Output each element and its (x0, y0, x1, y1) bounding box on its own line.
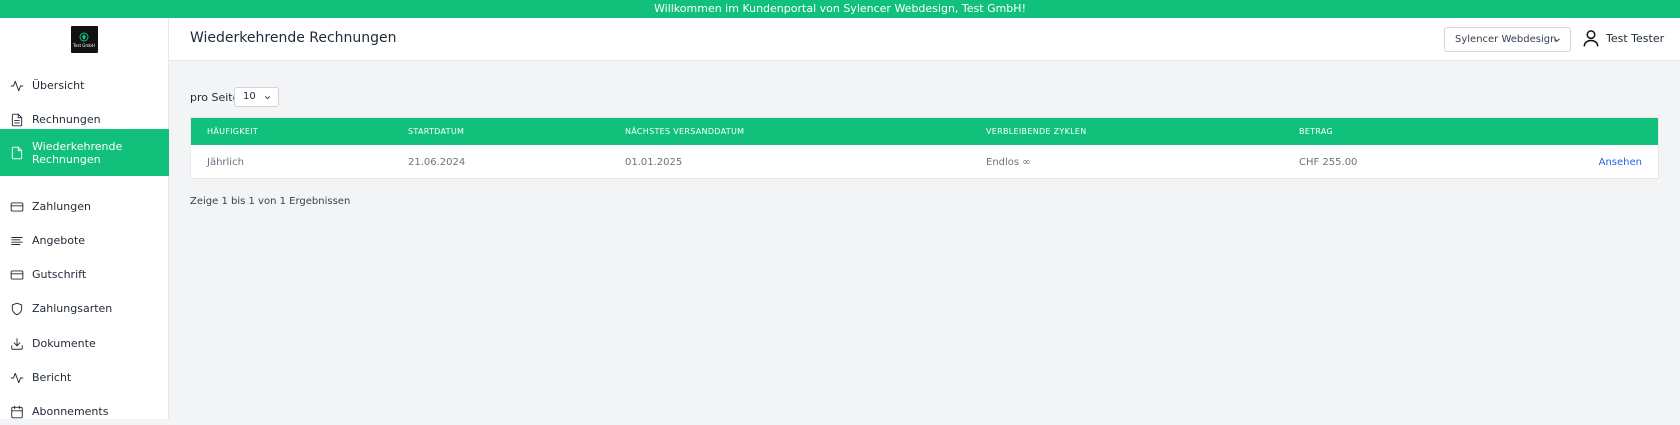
sidebar-item-dokumente[interactable]: Dokumente (0, 330, 169, 357)
sidebar-item-label: Zahlungen (32, 200, 91, 213)
download-icon (10, 337, 24, 351)
table-header: HÄUFIGKEIT STARTDATUM NÄCHSTES VERSANDDA… (191, 118, 1658, 145)
cell-verbleibende-zyklen: Endlos ∞ (986, 157, 1031, 168)
view-link[interactable]: Ansehen (1599, 157, 1642, 168)
column-header-naechstes-versanddatum[interactable]: NÄCHSTES VERSANDDATUM (625, 127, 744, 136)
column-header-verbleibende-zyklen[interactable]: VERBLEIBENDE ZYKLEN (986, 127, 1087, 136)
sidebar-item-label: Angebote (32, 234, 86, 247)
sidebar: Test GmbH Übersicht Rechnungen Wiederkeh… (0, 18, 169, 419)
logo-emblem-icon (79, 32, 89, 41)
sidebar-item-label: Rechnungen (32, 113, 101, 126)
page-title: Wiederkehrende Rechnungen (190, 30, 397, 46)
credit-card-icon (10, 268, 24, 282)
company-select[interactable]: Sylencer Webdesign (1444, 27, 1571, 52)
file-icon (10, 146, 24, 160)
sidebar-item-label: Dokumente (32, 337, 96, 350)
cell-haeufigkeit: Jährlich (207, 157, 244, 168)
sidebar-item-angebote[interactable]: Angebote (0, 227, 169, 254)
sidebar-item-label: Wiederkehrende Rechnungen (32, 139, 123, 166)
chevron-down-icon (264, 96, 271, 100)
sidebar-item-label: Abonnements (32, 405, 109, 418)
per-page-select[interactable]: 10 (234, 87, 279, 107)
sidebar-item-label: Gutschrift (32, 268, 87, 281)
sidebar-item-bericht[interactable]: Bericht (0, 364, 169, 391)
welcome-banner: Willkommen im Kundenportal von Sylencer … (0, 0, 1680, 18)
results-summary: Zeige 1 bis 1 von 1 Ergebnissen (190, 196, 351, 207)
sidebar-item-label: Bericht (32, 371, 72, 384)
credit-card-icon (10, 200, 24, 214)
column-header-betrag[interactable]: BETRAG (1299, 127, 1333, 136)
sidebar-item-gutschrift[interactable]: Gutschrift (0, 261, 169, 288)
column-header-haeufigkeit[interactable]: HÄUFIGKEIT (207, 127, 258, 136)
logo-container: Test GmbH (0, 18, 168, 60)
cell-naechstes-versanddatum: 01.01.2025 (625, 157, 683, 168)
user-icon[interactable] (1581, 28, 1601, 48)
chevron-down-icon (1554, 38, 1560, 42)
per-page-label: pro Seite (190, 91, 240, 104)
sidebar-item-zahlungsarten[interactable]: Zahlungsarten (0, 295, 169, 322)
cell-startdatum: 21.06.2024 (408, 157, 466, 168)
shield-icon (10, 302, 24, 316)
align-left-icon (10, 234, 24, 248)
sidebar-item-wiederkehrende-rechnungen[interactable]: Wiederkehrende Rechnungen (0, 129, 169, 176)
sidebar-item-label: Zahlungsarten (32, 302, 113, 315)
sidebar-item-label: Übersicht (32, 79, 85, 92)
sidebar-item-abonnements[interactable]: Abonnements (0, 398, 169, 425)
recurring-invoices-table: HÄUFIGKEIT STARTDATUM NÄCHSTES VERSANDDA… (190, 117, 1659, 179)
sidebar-item-zahlungen[interactable]: Zahlungen (0, 193, 169, 220)
column-header-startdatum[interactable]: STARTDATUM (408, 127, 464, 136)
sidebar-item-uebersicht[interactable]: Übersicht (0, 72, 169, 99)
user-name[interactable]: Test Tester (1606, 32, 1664, 45)
company-logo[interactable]: Test GmbH (70, 25, 98, 53)
company-select-value: Sylencer Webdesign (1455, 34, 1557, 45)
top-bar: Wiederkehrende Rechnungen Sylencer Webde… (169, 18, 1680, 61)
activity-icon (10, 79, 24, 93)
activity-icon (10, 371, 24, 385)
logo-text: Test GmbH (73, 42, 95, 48)
document-icon (10, 113, 24, 127)
calendar-icon (10, 405, 24, 419)
cell-betrag: CHF 255.00 (1299, 157, 1358, 168)
per-page-value: 10 (243, 91, 256, 102)
